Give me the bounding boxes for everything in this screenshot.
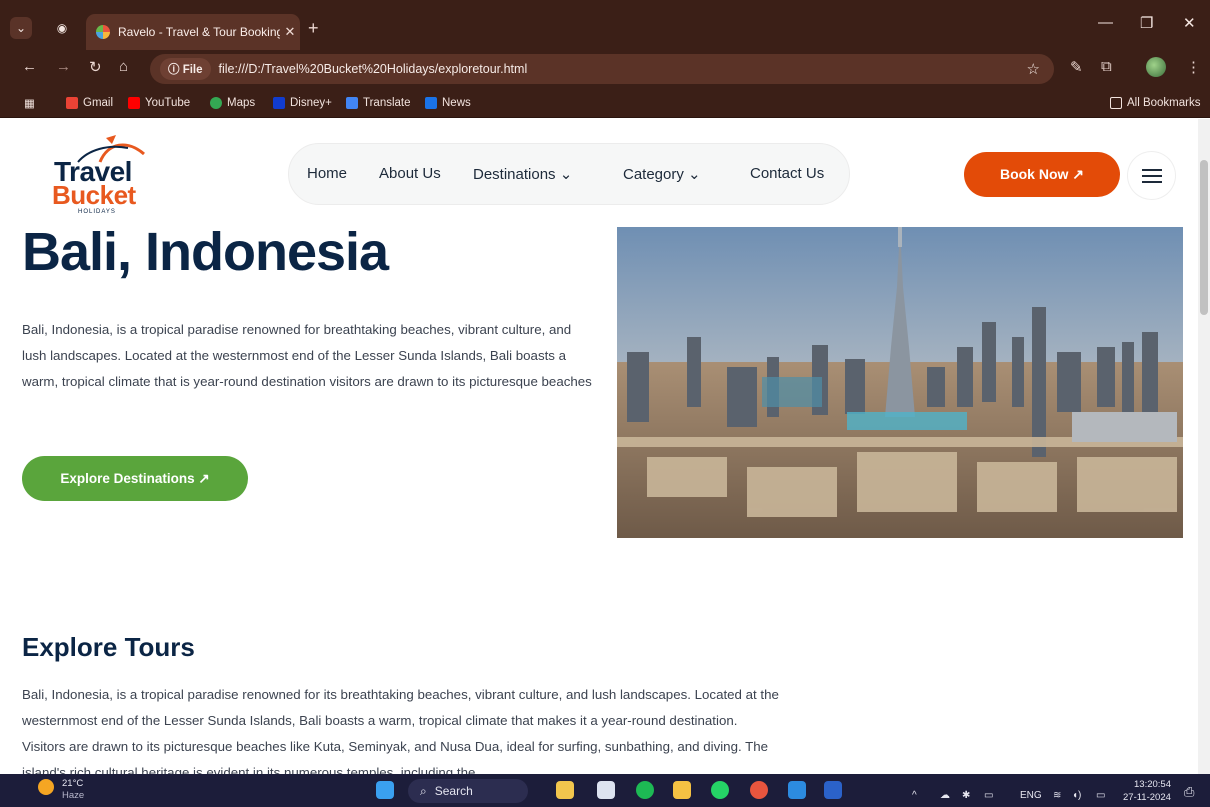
all-bookmarks[interactable]: All Bookmarks <box>1110 95 1201 111</box>
chrome-icon[interactable] <box>750 781 768 799</box>
tab-favicon-icon <box>96 25 110 39</box>
notifications-icon[interactable]: ⎙ <box>1184 784 1194 800</box>
battery-icon[interactable]: ▭ <box>1096 790 1105 801</box>
extensions-icon[interactable]: ⧉ <box>1101 58 1112 75</box>
bookmark-translate[interactable]: Translate <box>346 95 411 111</box>
tray-app-icon[interactable]: ▭ <box>984 790 993 801</box>
apps-grid-icon[interactable]: ▦ <box>24 95 35 111</box>
menu-dots-icon[interactable]: ⋮ <box>1186 58 1201 76</box>
weather-icon[interactable] <box>38 779 54 795</box>
spotify-icon[interactable] <box>636 781 654 799</box>
weather-desc: Haze <box>62 790 85 801</box>
hero-city-image <box>617 227 1183 538</box>
bookmark-maps[interactable]: Maps <box>210 95 255 111</box>
news-icon <box>425 97 437 109</box>
word-icon[interactable] <box>824 781 842 799</box>
tab-ravelo[interactable]: Ravelo - Travel & Tour Booking ✕ <box>86 14 300 50</box>
explore-destinations-button[interactable]: Explore Destinations ↗ <box>22 456 248 501</box>
reload-icon[interactable]: ↻ <box>89 58 102 76</box>
hero-title: Bali, Indonesia <box>22 222 389 282</box>
folder-icon <box>1110 97 1122 109</box>
gmail-icon <box>66 97 78 109</box>
disney-icon <box>273 97 285 109</box>
language-indicator[interactable]: ENG <box>1020 790 1042 801</box>
new-tab-button[interactable]: + <box>308 18 319 39</box>
nav-contact-us[interactable]: Contact Us <box>750 165 824 182</box>
hero-description: Bali, Indonesia, is a tropical paradise … <box>22 322 592 389</box>
nav-category[interactable]: Category ⌄ <box>623 165 701 183</box>
clock-date[interactable]: 27-11-2024 <box>1123 792 1171 803</box>
whatsapp-icon[interactable] <box>711 781 729 799</box>
bookmark-gmail[interactable]: Gmail <box>66 95 113 111</box>
scrollbar-thumb[interactable] <box>1200 160 1208 315</box>
tab-close-icon[interactable]: ✕ <box>280 24 300 40</box>
bookmark-disney[interactable]: Disney+ <box>273 95 332 111</box>
main-nav: Home About Us Destinations ⌄ Category ⌄ … <box>288 143 850 205</box>
explore-tours-text: Bali, Indonesia, is a tropical paradise … <box>22 687 779 774</box>
nav-about-us[interactable]: About Us <box>379 165 441 182</box>
clock-time[interactable]: 13:20:54 <box>1134 779 1171 790</box>
bluetooth-icon[interactable]: ✱ <box>962 790 970 801</box>
site-header: Travel Bucket HOLIDAYS Home About Us Des… <box>0 119 1198 227</box>
weather-temp: 21°C <box>62 778 84 789</box>
youtube-icon <box>128 97 140 109</box>
pen-icon[interactable]: ✎ <box>1070 58 1083 76</box>
maps-icon <box>210 97 222 109</box>
tray-chevron-icon[interactable]: ^ <box>912 790 917 801</box>
forward-icon[interactable]: → <box>56 58 71 75</box>
vscode-icon[interactable] <box>788 781 806 799</box>
wifi-icon[interactable]: ≋ <box>1053 790 1061 801</box>
nav-home[interactable]: Home <box>307 165 347 182</box>
site-info-pill[interactable]: ⓘ File <box>160 58 211 80</box>
search-icon: ⌕ <box>420 783 427 798</box>
explore-tours-heading: Explore Tours <box>22 632 195 662</box>
logo-text-holidays: HOLIDAYS <box>78 209 116 215</box>
minimize-icon[interactable]: — <box>1098 14 1113 31</box>
taskbar-search[interactable]: ⌕ Search <box>408 779 528 803</box>
tab-search-button[interactable]: ⌄ <box>10 17 32 39</box>
file-explorer-icon[interactable] <box>673 781 691 799</box>
translate-icon <box>346 97 358 109</box>
logo-text-bucket: Bucket <box>52 180 136 210</box>
avatar[interactable] <box>1146 57 1166 77</box>
bookmark-youtube[interactable]: YouTube <box>128 95 190 111</box>
bookmark-news[interactable]: News <box>425 95 471 111</box>
book-now-button[interactable]: Book Now ↗ <box>964 152 1120 197</box>
back-icon[interactable]: ← <box>22 58 37 75</box>
home-icon[interactable]: ⌂ <box>119 58 128 75</box>
tab-title: Ravelo - Travel & Tour Booking <box>118 25 280 39</box>
web-page: Travel Bucket HOLIDAYS Home About Us Des… <box>0 119 1198 774</box>
profile-tab-icon[interactable]: ◉ <box>51 17 73 39</box>
volume-icon[interactable]: ◖) <box>1072 790 1081 801</box>
url-text: file:///D:/Travel%20Bucket%20Holidays/ex… <box>218 62 528 76</box>
hamburger-menu-icon[interactable] <box>1128 152 1175 199</box>
app-icon-1[interactable] <box>556 781 574 799</box>
bookmark-star-icon[interactable]: ☆ <box>1027 60 1040 78</box>
task-view-icon[interactable] <box>597 781 615 799</box>
address-bar[interactable]: ⓘ File file:///D:/Travel%20Bucket%20Holi… <box>150 54 1054 84</box>
windows-start-icon[interactable] <box>376 781 394 799</box>
site-logo[interactable]: Travel Bucket HOLIDAYS <box>48 132 148 215</box>
nav-destinations[interactable]: Destinations ⌄ <box>473 165 572 183</box>
close-window-icon[interactable]: ✕ <box>1183 14 1196 32</box>
onedrive-icon[interactable]: ☁ <box>940 790 950 801</box>
restore-icon[interactable]: ❐ <box>1140 14 1153 32</box>
